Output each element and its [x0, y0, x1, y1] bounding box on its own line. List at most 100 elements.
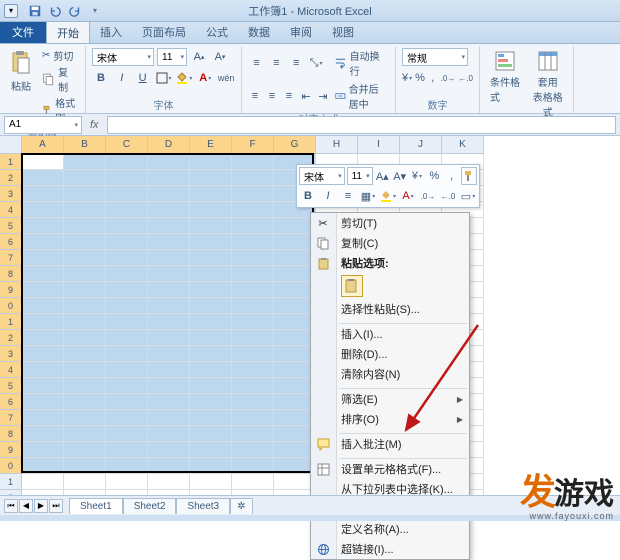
row-header[interactable]: 3 [0, 346, 22, 362]
cell[interactable] [22, 378, 64, 394]
row-header[interactable]: 2 [0, 330, 22, 346]
cell[interactable] [22, 234, 64, 250]
font-size-combo[interactable]: 11 [157, 48, 187, 66]
inc-decimal-icon[interactable]: .0→ [441, 69, 456, 87]
align-middle-icon[interactable]: ≡ [268, 54, 285, 72]
align-left-icon[interactable]: ≡ [248, 87, 262, 105]
cell[interactable] [232, 186, 274, 202]
paste-option-icon[interactable] [341, 275, 363, 297]
cell[interactable] [148, 330, 190, 346]
col-header-I[interactable]: I [358, 136, 400, 154]
cell[interactable] [190, 250, 232, 266]
cm-clear[interactable]: 清除内容(N) [311, 364, 469, 384]
cell[interactable] [190, 426, 232, 442]
redo-icon[interactable] [66, 3, 84, 19]
cell[interactable] [190, 282, 232, 298]
cell[interactable] [22, 410, 64, 426]
cell[interactable] [148, 442, 190, 458]
cell[interactable] [22, 250, 64, 266]
sheet-nav-prev[interactable]: ◀ [19, 499, 33, 513]
cell[interactable] [190, 442, 232, 458]
save-icon[interactable] [26, 3, 44, 19]
cell[interactable] [232, 266, 274, 282]
phonetic-button[interactable]: wén [217, 69, 235, 87]
tab-home[interactable]: 开始 [46, 21, 90, 43]
cell[interactable] [190, 378, 232, 394]
copy-button[interactable]: 复制 [40, 64, 79, 94]
italic-button[interactable]: I [113, 69, 131, 87]
indent-dec-icon[interactable]: ⇤ [299, 87, 313, 105]
cell[interactable] [232, 202, 274, 218]
indent-inc-icon[interactable]: ⇥ [316, 87, 330, 105]
mini-painter-icon[interactable] [461, 167, 477, 185]
cell[interactable] [64, 474, 106, 490]
comma-icon[interactable]: , [428, 69, 438, 87]
cell[interactable] [232, 458, 274, 474]
cell[interactable] [190, 314, 232, 330]
table-format-button[interactable]: 套用 表格格式 [529, 48, 568, 121]
cell[interactable] [190, 362, 232, 378]
mini-comma-icon[interactable]: , [444, 167, 459, 185]
mini-align-center-icon[interactable]: ≡ [339, 187, 357, 205]
grow-font-icon[interactable]: A▴ [190, 48, 208, 66]
cm-cut[interactable]: ✂ 剪切(T) [311, 213, 469, 233]
mini-accounting-icon[interactable]: ¥ [409, 167, 424, 185]
cell[interactable] [64, 362, 106, 378]
cell[interactable] [106, 362, 148, 378]
cell[interactable] [106, 330, 148, 346]
cell[interactable] [106, 250, 148, 266]
cm-filter[interactable]: 筛选(E) ▶ [311, 389, 469, 409]
cell[interactable] [148, 394, 190, 410]
cell[interactable] [148, 378, 190, 394]
cell[interactable] [106, 378, 148, 394]
underline-button[interactable]: U [134, 69, 152, 87]
cell[interactable] [190, 298, 232, 314]
select-all-corner[interactable] [0, 136, 22, 154]
cell[interactable] [106, 474, 148, 490]
cell[interactable] [232, 234, 274, 250]
tab-file[interactable]: 文件 [0, 21, 46, 43]
cell[interactable] [106, 154, 148, 170]
font-name-combo[interactable]: 宋体 [92, 48, 154, 66]
cell[interactable] [22, 170, 64, 186]
cell[interactable] [148, 266, 190, 282]
mini-italic-button[interactable]: I [319, 187, 337, 205]
cell[interactable] [232, 474, 274, 490]
sheet-nav-first[interactable]: ⏮ [4, 499, 18, 513]
mini-percent-icon[interactable]: % [427, 167, 442, 185]
cell[interactable] [22, 314, 64, 330]
mini-grow-font-icon[interactable]: A▴ [375, 167, 390, 185]
col-header-G[interactable]: G [274, 136, 316, 154]
col-header-J[interactable]: J [400, 136, 442, 154]
name-box[interactable]: A1 [4, 116, 82, 134]
cell[interactable] [64, 426, 106, 442]
cell[interactable] [106, 426, 148, 442]
cm-format-cells[interactable]: 设置单元格格式(F)... [311, 459, 469, 479]
cell[interactable] [106, 234, 148, 250]
dec-decimal-icon[interactable]: ←.0 [458, 69, 473, 87]
cm-sort[interactable]: 排序(O) ▶ [311, 409, 469, 429]
new-sheet-button[interactable]: ✲ [230, 498, 252, 514]
cell[interactable] [232, 170, 274, 186]
shrink-font-icon[interactable]: A▾ [211, 48, 229, 66]
cell[interactable] [64, 394, 106, 410]
cell[interactable] [232, 330, 274, 346]
mini-shrink-font-icon[interactable]: A▾ [392, 167, 407, 185]
align-top-icon[interactable]: ≡ [248, 54, 265, 72]
row-header[interactable]: 1 [0, 474, 22, 490]
cell[interactable] [64, 330, 106, 346]
cell[interactable] [232, 346, 274, 362]
cell[interactable] [232, 426, 274, 442]
cell[interactable] [148, 458, 190, 474]
cell[interactable] [190, 458, 232, 474]
cell[interactable] [232, 442, 274, 458]
cell[interactable] [22, 330, 64, 346]
sheet-tab-3[interactable]: Sheet3 [176, 498, 230, 514]
undo-icon[interactable] [46, 3, 64, 19]
tab-pagelayout[interactable]: 页面布局 [132, 21, 196, 43]
cell[interactable] [106, 314, 148, 330]
row-header[interactable]: 4 [0, 362, 22, 378]
cell[interactable] [64, 266, 106, 282]
paste-button[interactable]: 粘贴 [6, 48, 36, 95]
col-header-E[interactable]: E [190, 136, 232, 154]
